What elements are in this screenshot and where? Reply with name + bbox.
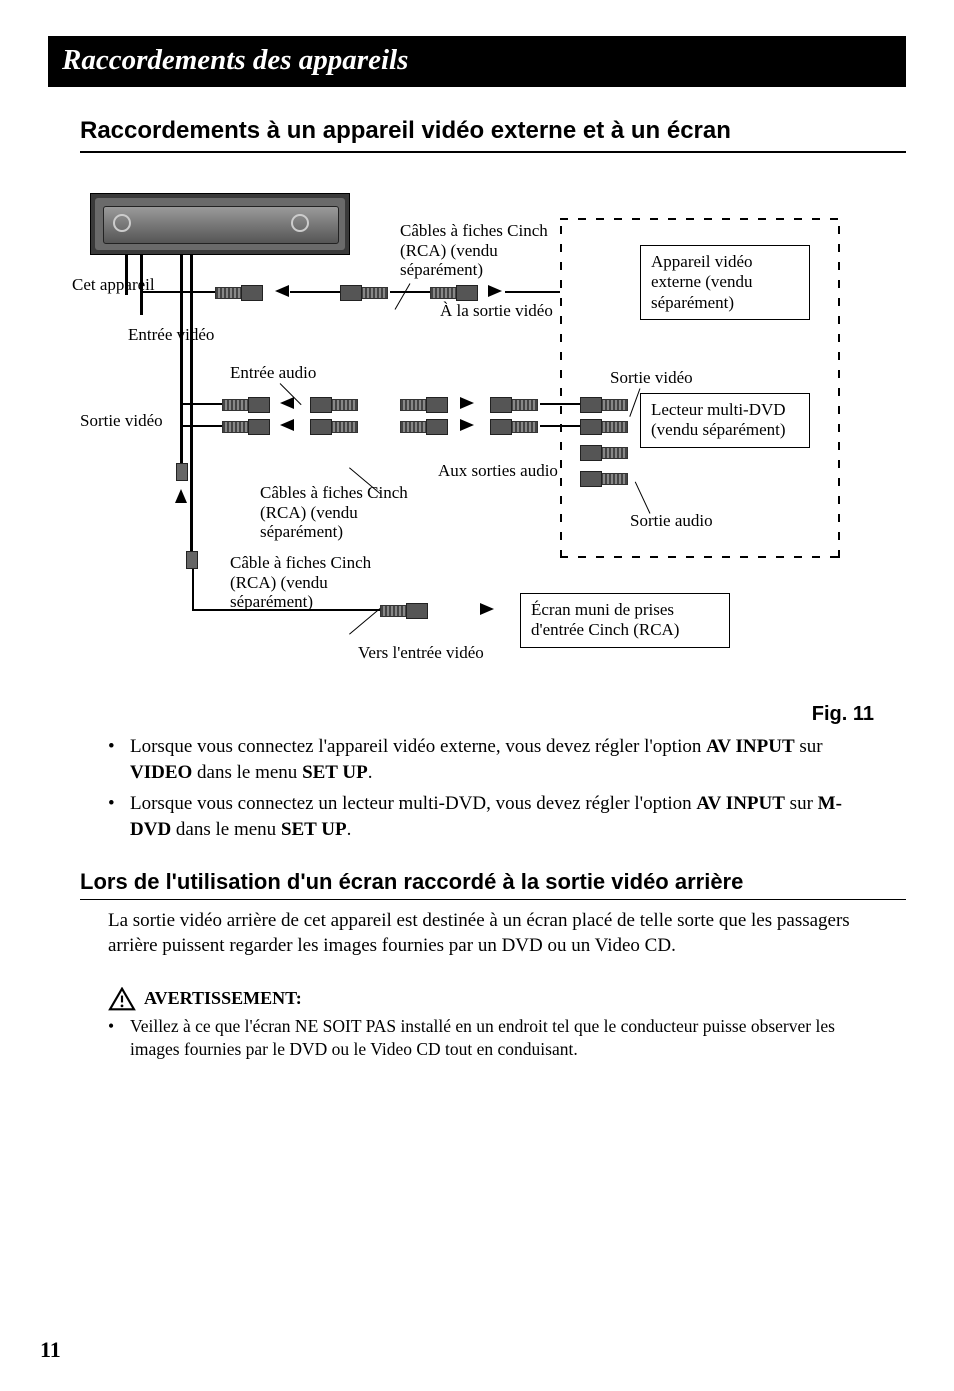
text-run: Lorsque vous connectez l'appareil vidéo … xyxy=(130,736,706,757)
text-run: dans le menu xyxy=(192,762,302,783)
head-unit-graphic xyxy=(90,193,350,255)
warning-text: Veillez à ce que l'écran NE SOIT PAS ins… xyxy=(130,1015,874,1061)
notes-list: • Lorsque vous connectez l'appareil vidé… xyxy=(108,734,874,843)
box-external-video: Appareil vidéo externe (vendu séparément… xyxy=(640,245,810,320)
text-run: . xyxy=(368,762,373,783)
heading-main: Raccordements à un appareil vidéo extern… xyxy=(80,117,906,153)
rca-connector-icon xyxy=(430,285,478,299)
paragraph: La sortie vidéo arrière de cet appareil … xyxy=(108,908,874,959)
rca-connector-icon xyxy=(222,397,270,411)
text-bold: AV INPUT xyxy=(696,793,785,814)
heading-sub: Lors de l'utilisation d'un écran raccord… xyxy=(80,869,906,900)
box-rca-display: Écran muni de prises d'entrée Cinch (RCA… xyxy=(520,593,730,648)
rca-connector-icon xyxy=(580,419,628,433)
box-multi-dvd: Lecteur multi-DVD (vendu séparément) xyxy=(640,393,810,448)
label-audio-out: Sortie audio xyxy=(630,511,713,531)
label-video-out-right: Sortie vidéo xyxy=(610,368,693,388)
rca-connector-icon xyxy=(222,419,270,433)
list-item: • Lorsque vous connectez un lecteur mult… xyxy=(108,791,874,842)
rca-connector-icon xyxy=(490,419,538,433)
text-bold: SET UP xyxy=(302,762,368,783)
warning-block: AVERTISSEMENT: • Veillez à ce que l'écra… xyxy=(108,987,874,1061)
warning-icon xyxy=(108,987,136,1011)
rca-connector-icon xyxy=(380,603,428,617)
label-video-out-left: Sortie vidéo xyxy=(80,411,163,431)
label-to-video-out: À la sortie vidéo xyxy=(440,301,553,321)
rca-connector-icon xyxy=(400,397,448,411)
list-item: • Veillez à ce que l'écran NE SOIT PAS i… xyxy=(108,1015,874,1061)
label-to-audio-out: Aux sorties audio xyxy=(438,461,558,481)
rca-connector-icon xyxy=(310,397,358,411)
list-item: • Lorsque vous connectez l'appareil vidé… xyxy=(108,734,874,785)
text-run: dans le menu xyxy=(171,819,281,840)
rca-connector-icon xyxy=(310,419,358,433)
figure-label: Fig. 11 xyxy=(0,703,874,726)
rca-connector-icon xyxy=(580,397,628,411)
text-bold: VIDEO xyxy=(130,762,192,783)
label-rca-cable-single: Câble à fiches Cinch (RCA) (vendu séparé… xyxy=(230,553,400,612)
page-number: 11 xyxy=(40,1337,61,1363)
text-run: sur xyxy=(795,736,823,757)
text-bold: SET UP xyxy=(281,819,347,840)
label-to-video-in: Vers l'entrée vidéo xyxy=(358,643,484,663)
label-video-in: Entrée vidéo xyxy=(128,325,214,345)
rca-connector-icon xyxy=(490,397,538,411)
label-rca-cables-2: Câbles à fiches Cinch (RCA) (vendu sépar… xyxy=(260,483,430,542)
section-banner: Raccordements des appareils xyxy=(48,36,906,87)
text-run: . xyxy=(347,819,352,840)
text-run: Lorsque vous connectez un lecteur multi-… xyxy=(130,793,696,814)
rca-connector-icon xyxy=(400,419,448,433)
label-rca-cables-1: Câbles à fiches Cinch (RCA) (vendu sépar… xyxy=(400,221,570,280)
rca-connector-icon xyxy=(580,471,628,485)
rca-connector-icon xyxy=(340,285,388,299)
label-audio-in: Entrée audio xyxy=(230,363,316,383)
text-bold: AV INPUT xyxy=(706,736,795,757)
rca-connector-icon xyxy=(580,445,628,459)
warning-label: AVERTISSEMENT: xyxy=(144,988,302,1009)
rca-connector-icon xyxy=(215,285,263,299)
text-run: sur xyxy=(785,793,818,814)
wiring-diagram: Cet appareil Appareil vidéo externe (ven… xyxy=(80,193,840,693)
